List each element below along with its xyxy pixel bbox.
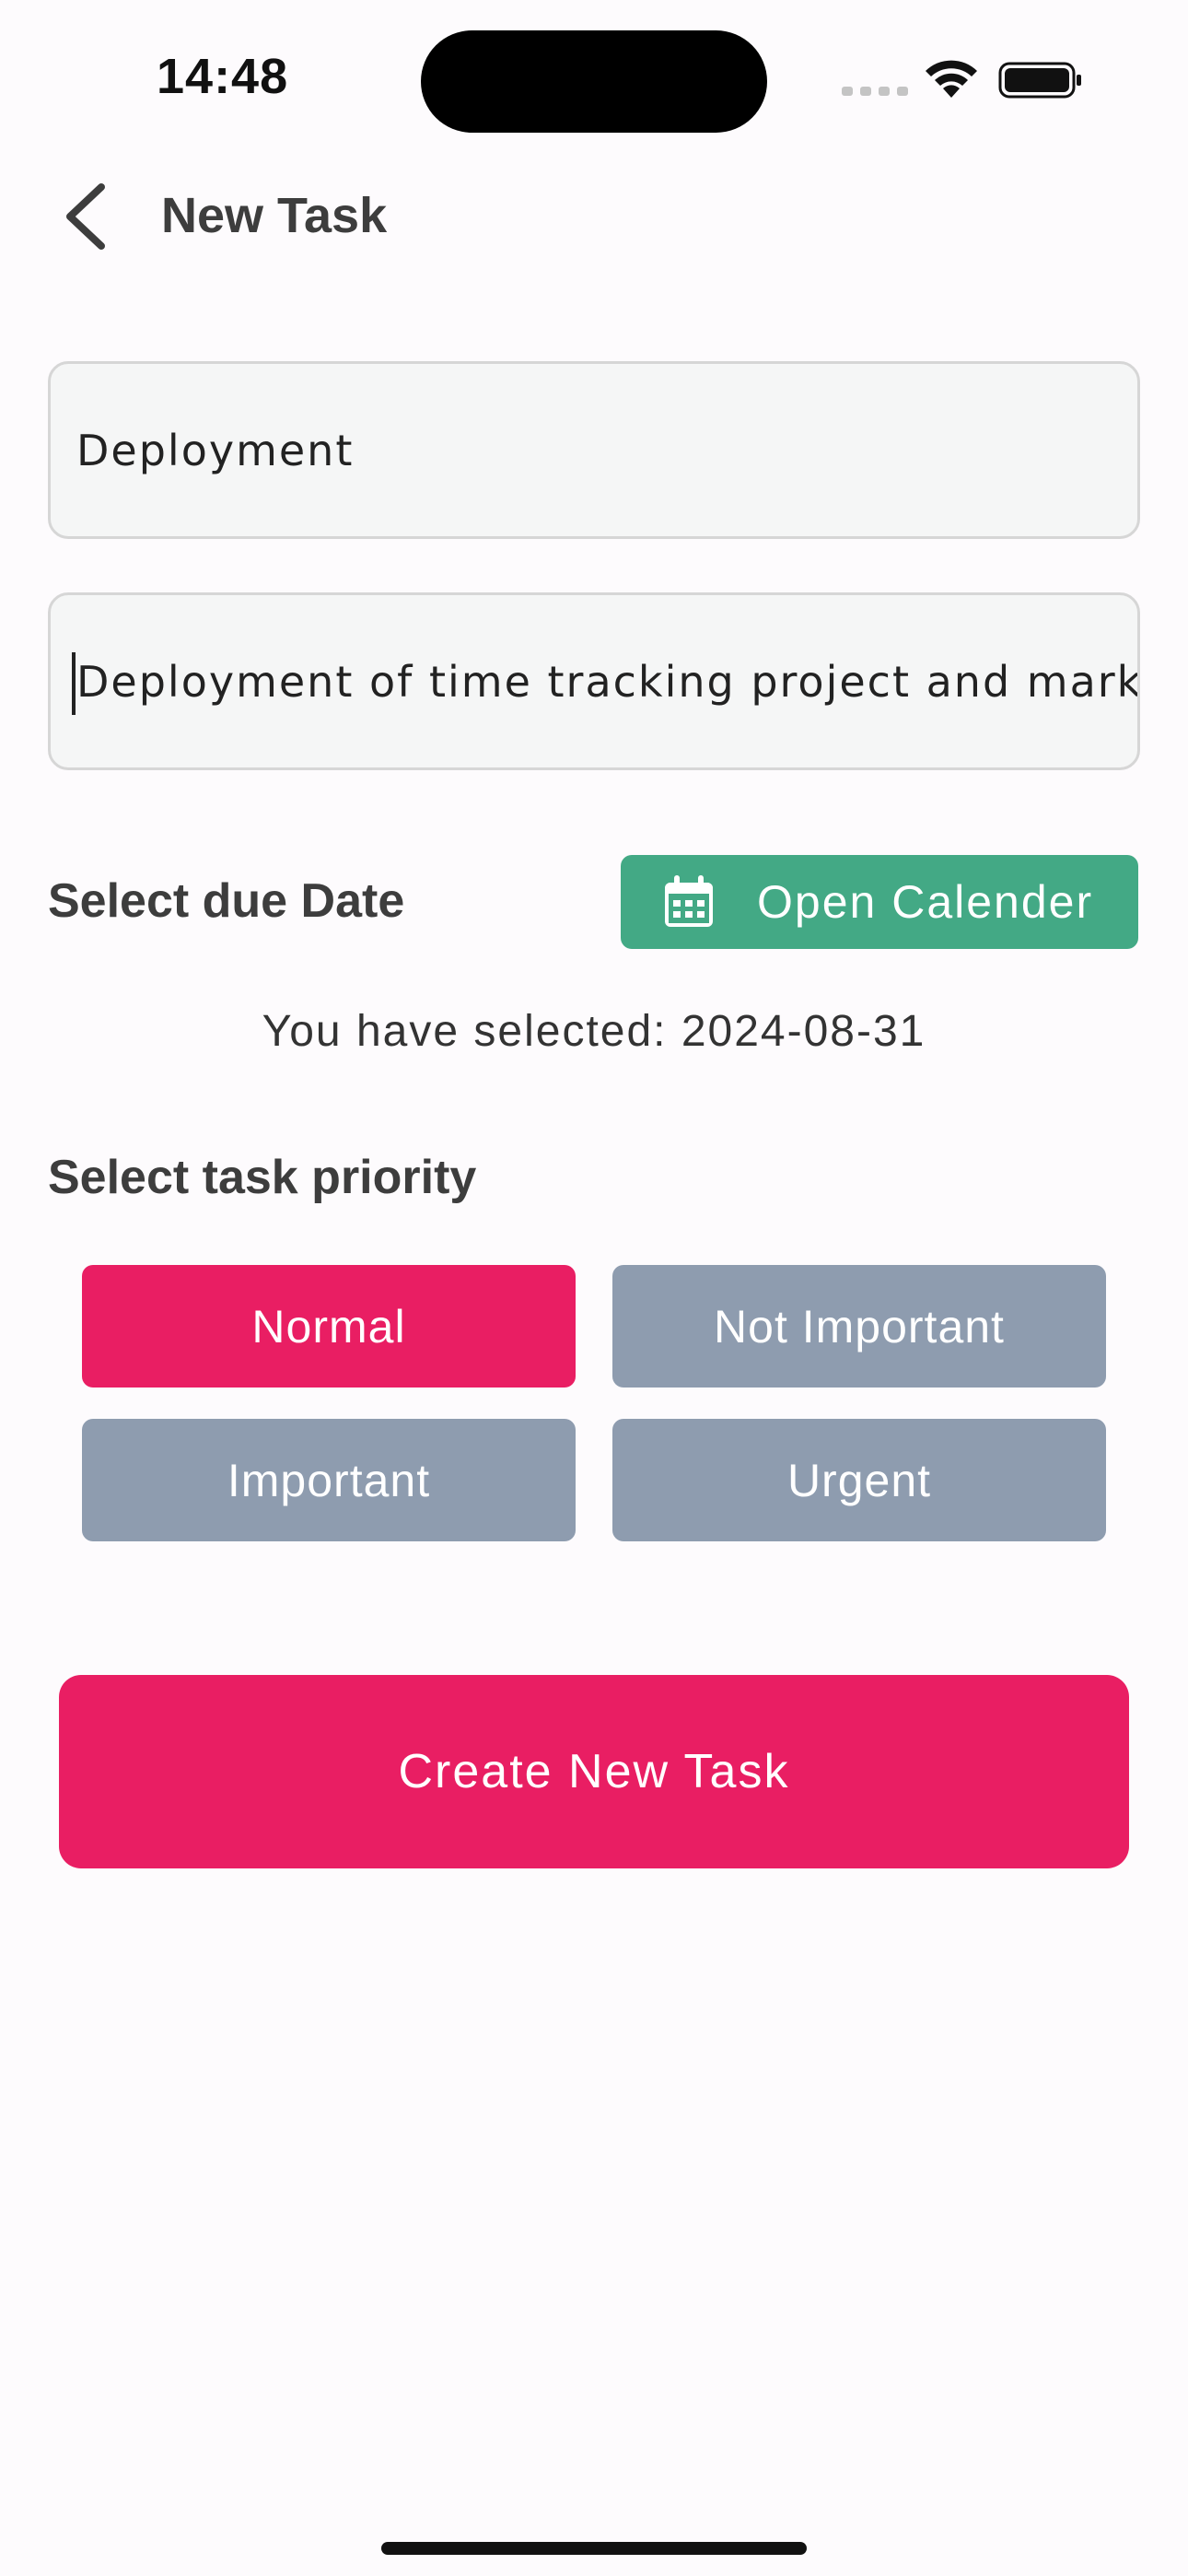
priority-not-important-label: Not Important [714, 1300, 1005, 1352]
page-title: New Task [161, 188, 388, 243]
create-task-button[interactable]: Create New Task [59, 1675, 1129, 1868]
priority-important-label: Important [227, 1454, 431, 1506]
back-button[interactable] [55, 180, 120, 253]
calendar-icon [665, 875, 713, 927]
status-time: 14:48 [157, 49, 289, 104]
task-description-field[interactable] [48, 592, 1140, 770]
task-title-input[interactable] [76, 364, 1137, 536]
cellular-signal-icon [842, 85, 908, 98]
priority-urgent-label: Urgent [786, 1454, 932, 1506]
open-calendar-label: Open Calender [757, 876, 1094, 928]
home-indicator[interactable] [381, 2542, 807, 2555]
text-caret [72, 652, 76, 715]
task-title-field[interactable] [48, 361, 1140, 539]
priority-important-button[interactable]: Important [82, 1419, 576, 1541]
due-date-label: Select due Date [48, 874, 405, 928]
priority-normal-button[interactable]: Normal [82, 1265, 576, 1388]
priority-not-important-button[interactable]: Not Important [612, 1265, 1106, 1388]
battery-icon [998, 62, 1081, 99]
task-description-input[interactable] [76, 595, 1137, 767]
priority-normal-label: Normal [251, 1300, 406, 1352]
selected-date-text: You have selected: 2024-08-31 [262, 1007, 926, 1056]
wifi-icon [926, 60, 977, 98]
priority-label: Select task priority [48, 1151, 477, 1204]
dynamic-island [421, 30, 767, 133]
open-calendar-button[interactable]: Open Calender [621, 855, 1138, 949]
chevron-left-icon [66, 183, 105, 250]
priority-urgent-button[interactable]: Urgent [612, 1419, 1106, 1541]
create-task-label: Create New Task [398, 1745, 790, 1798]
